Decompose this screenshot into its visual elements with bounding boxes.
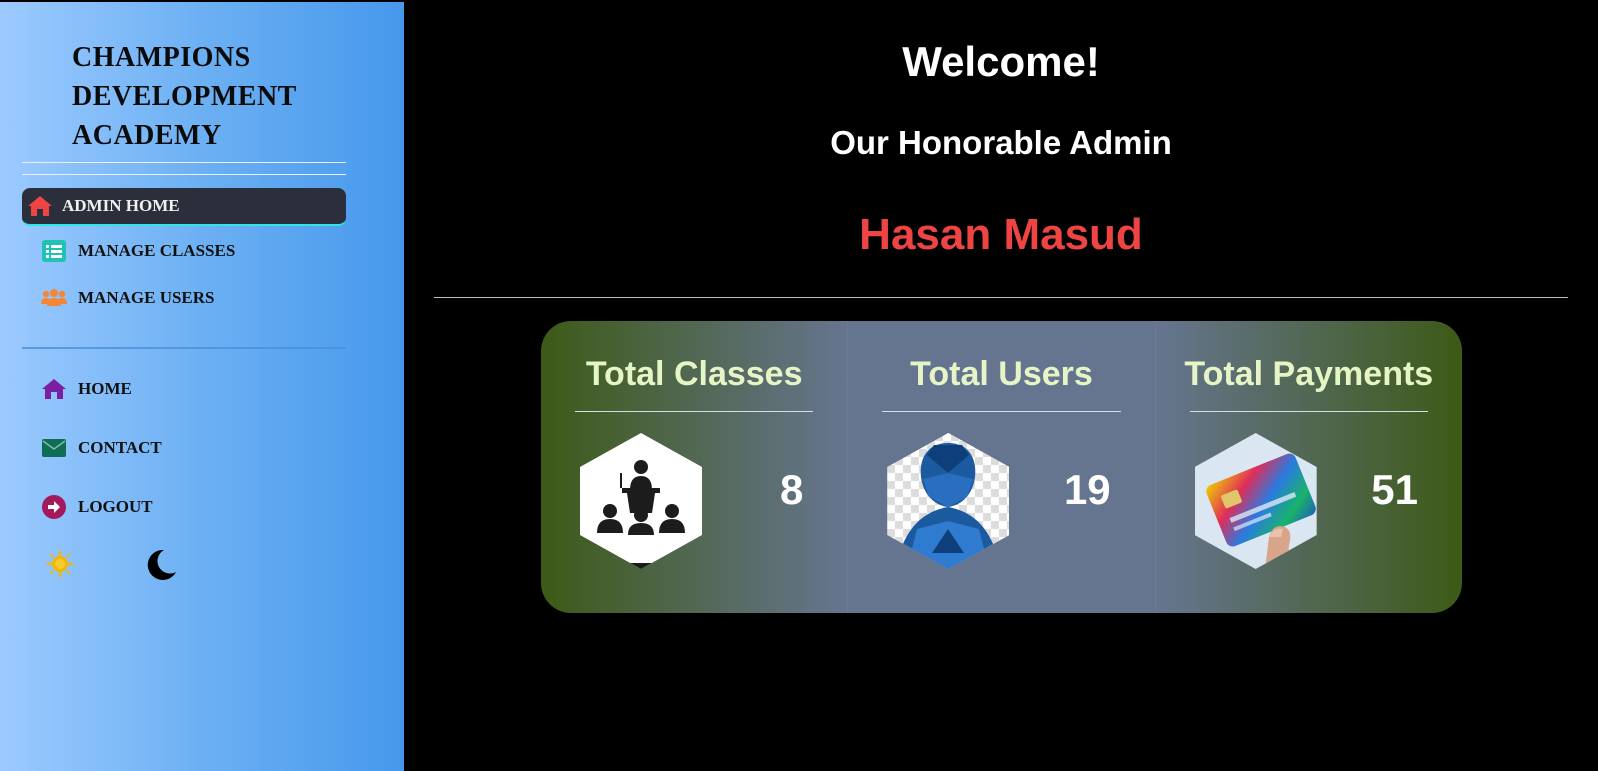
brand-line-3: ACADEMY <box>72 120 222 151</box>
stat-card-users: Total Users 19 <box>847 321 1154 613</box>
sidebar-item-label: LOGOUT <box>78 497 153 516</box>
home-icon <box>40 375 68 403</box>
stat-value: 19 <box>1063 466 1111 513</box>
stat-title: Total Payments <box>1184 355 1434 393</box>
envelope-icon <box>40 434 68 462</box>
classroom-icon <box>580 433 702 569</box>
divider <box>434 297 1568 298</box>
list-icon <box>40 237 68 265</box>
sidebar-item-label: CONTACT <box>78 438 162 457</box>
sun-icon[interactable] <box>44 548 76 585</box>
admin-name: Hasan Masud <box>859 210 1143 259</box>
sidebar-item-label: ADMIN HOME <box>62 196 180 215</box>
subtitle-heading: Our Honorable Admin <box>830 124 1172 161</box>
divider <box>575 411 814 412</box>
stat-title: Total Users <box>910 355 1093 393</box>
sidebar-item-admin-home[interactable]: ADMIN HOME <box>22 188 346 226</box>
divider <box>22 347 346 349</box>
stat-value: 51 <box>1371 466 1418 513</box>
brand-line-1: CHAMPIONS <box>72 42 251 73</box>
divider <box>882 411 1121 412</box>
home-icon <box>26 192 54 220</box>
sidebar-item-manage-classes[interactable]: MANAGE CLASSES <box>22 232 346 270</box>
logout-icon <box>40 493 68 521</box>
divider <box>1189 411 1428 412</box>
credit-card-icon <box>1194 433 1317 569</box>
sidebar: CHAMPIONS DEVELOPMENT ACADEMY ADMIN HOME <box>0 2 404 771</box>
sidebar-item-label: MANAGE USERS <box>78 288 215 307</box>
sidebar-item-manage-users[interactable]: MANAGE USERS <box>22 279 346 317</box>
stat-value: 8 <box>779 466 804 513</box>
stat-title: Total Classes <box>585 355 803 393</box>
brand-title: CHAMPIONS DEVELOPMENT ACADEMY <box>72 38 372 155</box>
sidebar-item-contact[interactable]: CONTACT <box>22 429 346 467</box>
welcome-heading: Welcome! <box>902 38 1100 85</box>
moon-icon[interactable] <box>144 548 178 587</box>
user-avatar-icon <box>887 433 1010 569</box>
stats-panel: Total Classes 8 Total Users 19 Total Pay… <box>541 321 1462 613</box>
brand-line-2: DEVELOPMENT <box>72 81 297 112</box>
divider <box>22 174 346 175</box>
sidebar-item-label: MANAGE CLASSES <box>78 241 236 260</box>
divider <box>22 162 346 163</box>
users-icon <box>40 284 68 312</box>
sidebar-item-home[interactable]: HOME <box>22 370 346 408</box>
stat-card-payments: Total Payments 51 <box>1154 321 1462 613</box>
stat-card-classes: Total Classes 8 <box>541 321 847 613</box>
sidebar-item-logout[interactable]: LOGOUT <box>22 488 346 526</box>
sidebar-item-label: HOME <box>78 379 132 398</box>
